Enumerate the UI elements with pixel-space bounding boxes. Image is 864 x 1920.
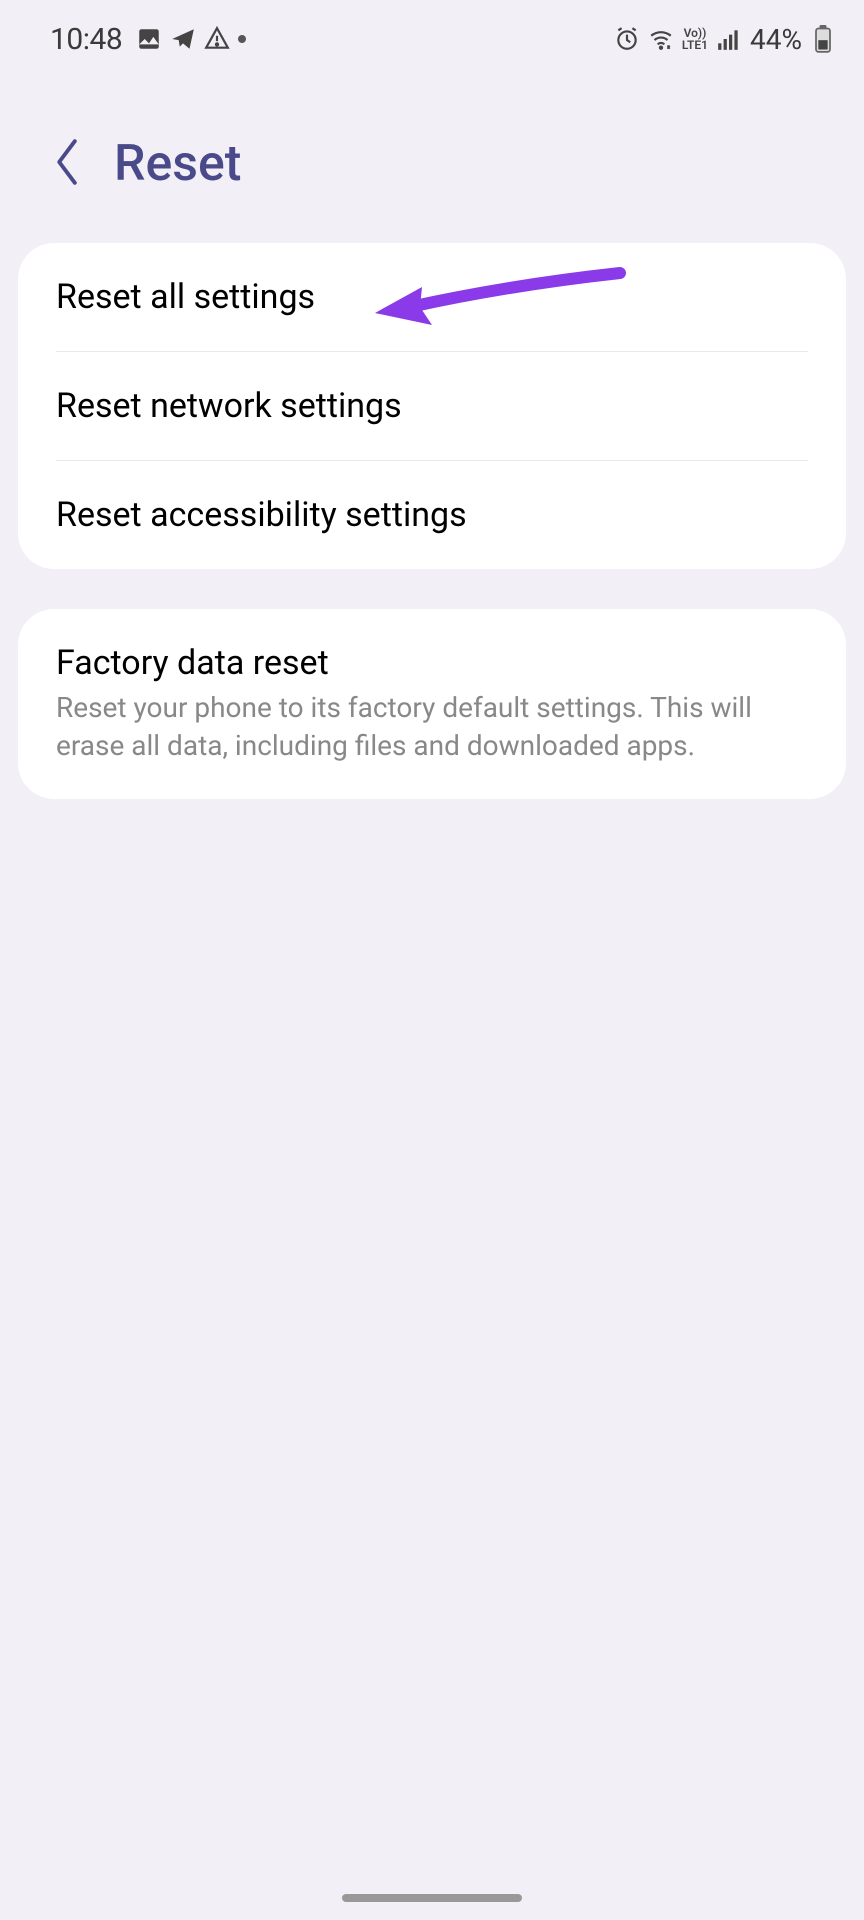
volte-bottom: LTE1 — [682, 39, 708, 51]
reset-all-settings-item[interactable]: Reset all settings — [18, 243, 846, 351]
reset-options-card: Reset all settings Reset network setting… — [18, 243, 846, 569]
status-left: 10:48 — [50, 22, 246, 57]
volte-icon: Vo)) LTE1 — [682, 27, 708, 51]
reset-network-settings-item[interactable]: Reset network settings — [18, 352, 846, 460]
reset-accessibility-settings-item[interactable]: Reset accessibility settings — [18, 461, 846, 569]
alarm-icon — [614, 26, 640, 52]
battery-icon — [810, 26, 836, 52]
warning-icon — [204, 26, 230, 52]
reset-all-settings-label: Reset all settings — [56, 277, 315, 317]
battery-percentage: 44% — [750, 23, 802, 56]
page-title: Reset — [114, 135, 241, 193]
reset-network-settings-label: Reset network settings — [56, 386, 402, 426]
factory-data-reset-item[interactable]: Factory data reset Reset your phone to i… — [18, 609, 846, 799]
signal-icon — [716, 26, 742, 52]
dot-icon — [238, 35, 246, 43]
back-icon[interactable] — [50, 136, 84, 192]
home-indicator[interactable] — [342, 1894, 522, 1902]
page-header: Reset — [0, 70, 864, 243]
status-right: Vo)) LTE1 44% — [614, 23, 836, 56]
telegram-icon — [170, 26, 196, 52]
wifi-icon — [648, 26, 674, 52]
status-icons-left — [136, 26, 246, 52]
factory-data-reset-label: Factory data reset — [56, 643, 808, 683]
factory-data-reset-subtitle: Reset your phone to its factory default … — [56, 689, 808, 765]
factory-reset-card: Factory data reset Reset your phone to i… — [18, 609, 846, 799]
image-icon — [136, 26, 162, 52]
status-time: 10:48 — [50, 22, 122, 57]
status-bar: 10:48 Vo)) LTE1 44% — [0, 0, 864, 70]
reset-accessibility-settings-label: Reset accessibility settings — [56, 495, 467, 535]
